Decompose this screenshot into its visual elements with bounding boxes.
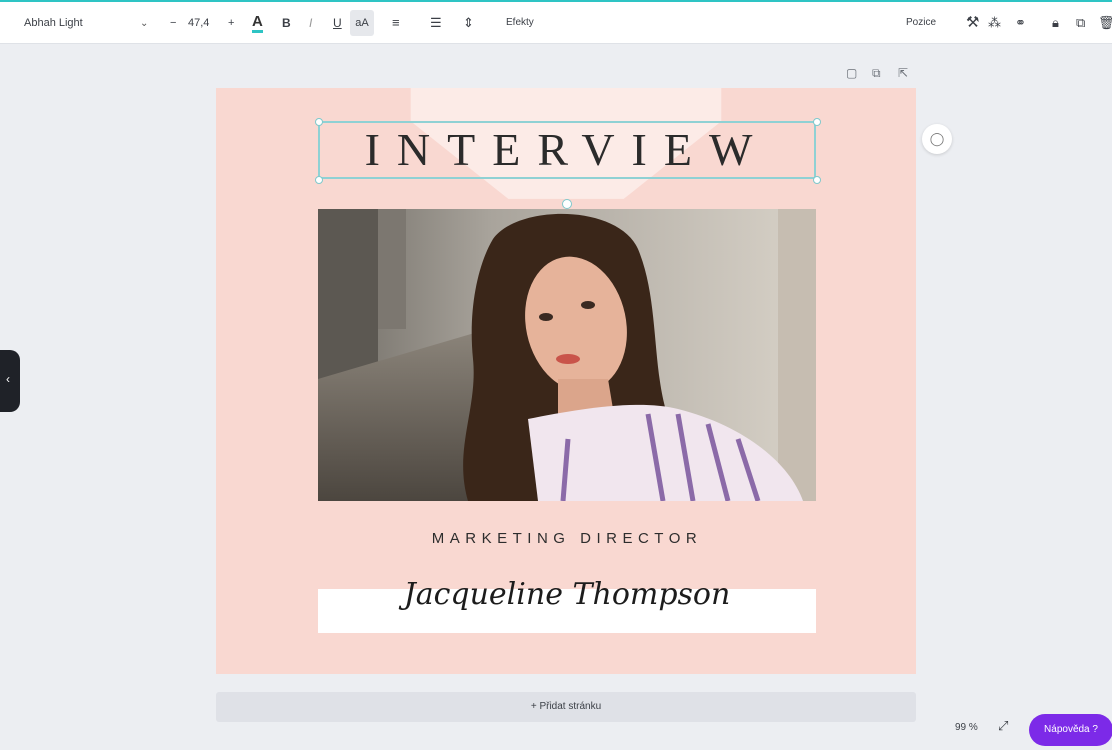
text-color-icon: A — [252, 14, 263, 33]
fullscreen-icon[interactable]: ⤢ — [998, 718, 1008, 734]
role-text[interactable]: MARKETING DIRECTOR — [318, 530, 816, 547]
letter-case-button[interactable]: aA — [350, 10, 374, 36]
font-family-select[interactable]: Abhah Light — [24, 10, 134, 36]
list-icon[interactable]: ☰ — [430, 10, 442, 36]
selection-handle-br[interactable] — [813, 176, 821, 184]
link-icon[interactable]: ⚭ — [1015, 10, 1026, 36]
add-comment-button[interactable]: ◯ — [922, 124, 952, 154]
delete-icon[interactable]: 🗑︎ — [1098, 10, 1112, 36]
comment-icon: ◯ — [929, 131, 945, 146]
selection-handle-tr[interactable] — [813, 118, 821, 126]
font-family-dropdown-icon[interactable]: ⌄ — [140, 10, 148, 36]
effects-button[interactable]: Efekty — [506, 10, 534, 36]
position-button[interactable]: Pozice — [906, 10, 936, 36]
side-panel-toggle[interactable]: ‹ — [0, 350, 20, 412]
underline-button[interactable]: U — [333, 10, 342, 36]
bold-button[interactable]: B — [282, 10, 291, 36]
font-size-increase-button[interactable]: + — [228, 10, 234, 36]
selection-handle-tl[interactable] — [315, 118, 323, 126]
font-size-decrease-button[interactable]: − — [170, 10, 176, 36]
text-color-button[interactable]: A — [252, 10, 263, 36]
selection-handle-bl[interactable] — [315, 176, 323, 184]
zoom-level[interactable]: 99 % — [955, 722, 978, 733]
transparency-icon[interactable]: ⁂ — [988, 10, 1001, 36]
page-duplicate-icon[interactable]: ⧉ — [872, 66, 881, 81]
font-family-value: Abhah Light — [24, 17, 83, 29]
rotate-handle-icon[interactable] — [562, 199, 572, 209]
align-center-icon[interactable]: ≡ — [392, 10, 400, 36]
design-title[interactable]: INTERVIEW — [318, 121, 816, 179]
italic-button[interactable]: I — [309, 10, 312, 36]
paint-format-icon[interactable]: ⚒ — [966, 10, 979, 36]
editor-toolbar: Abhah Light ⌄ − 47,4 + A B I U aA ≡ ☰ ⇕ … — [0, 0, 1112, 44]
font-size-input[interactable]: 47,4 — [188, 10, 209, 36]
duplicate-icon[interactable]: ⧉ — [1076, 10, 1085, 36]
page-notes-icon[interactable]: ▢ — [846, 66, 857, 80]
add-page-button[interactable]: + Přidat stránku — [216, 692, 916, 722]
signature-text[interactable]: Jacqueline Thompson — [318, 577, 816, 612]
spacing-icon[interactable]: ⇕ — [463, 10, 474, 36]
chevron-left-icon: ‹ — [6, 372, 10, 386]
lock-icon[interactable]: 🔒︎ — [1052, 10, 1059, 36]
portrait-image — [318, 209, 816, 501]
page-export-icon[interactable]: ⇱ — [898, 66, 908, 80]
help-button[interactable]: Nápověda ? — [1029, 714, 1112, 746]
portrait-photo[interactable] — [318, 209, 816, 501]
font-size-value: 47,4 — [188, 17, 210, 29]
